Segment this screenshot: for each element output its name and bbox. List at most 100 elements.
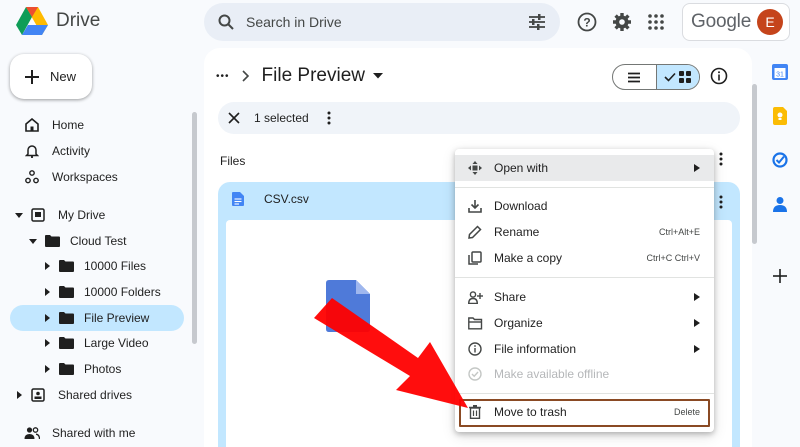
sidebar-item-label: Home xyxy=(52,118,85,132)
main-scrollbar[interactable] xyxy=(752,84,757,244)
sidebar-item-photos[interactable]: Photos xyxy=(10,356,184,382)
sidebar-item-label: Photos xyxy=(84,362,122,376)
sidebar-item-large-video[interactable]: Large Video xyxy=(10,330,184,356)
caret-right-icon[interactable] xyxy=(14,390,24,400)
home-icon xyxy=(24,117,40,133)
folder-icon xyxy=(44,233,60,249)
grid-view-button[interactable] xyxy=(655,65,699,89)
calendar-icon[interactable]: 31 xyxy=(770,62,790,82)
sidebar-item-label: Workspaces xyxy=(52,170,118,184)
sidebar-item-label: File Preview xyxy=(84,311,150,325)
menu-divider xyxy=(455,393,714,394)
menu-item-share[interactable]: Share xyxy=(455,284,714,310)
files-section-label: Files xyxy=(220,154,246,168)
menu-item-shortcut: Ctrl+C Ctrl+V xyxy=(646,253,700,263)
search-options-icon[interactable] xyxy=(528,14,546,30)
sidebar-item-shared-with-me[interactable]: Shared with me xyxy=(10,420,184,446)
caret-right-icon[interactable] xyxy=(42,287,52,297)
sidebar-item-workspaces[interactable]: Workspaces xyxy=(10,164,184,190)
new-button[interactable]: New xyxy=(10,54,92,99)
sidebar-item-cloud-test[interactable]: Cloud Test xyxy=(10,228,184,254)
add-addon-icon[interactable] xyxy=(770,266,790,286)
account-button[interactable]: Google E xyxy=(682,3,790,41)
folder-icon xyxy=(58,258,74,274)
chevron-right-icon xyxy=(694,319,700,327)
caret-right-icon[interactable] xyxy=(42,364,52,374)
folder-icon xyxy=(58,310,74,326)
avatar: E xyxy=(757,9,783,35)
menu-item-label: Organize xyxy=(494,316,543,330)
people-icon xyxy=(24,425,40,441)
sidebar-item-10000-files[interactable]: 10000 Files xyxy=(10,253,184,279)
menu-item-label: Make a copy xyxy=(494,251,563,265)
contacts-icon[interactable] xyxy=(770,194,790,214)
folder-icon xyxy=(58,284,74,300)
caret-right-icon[interactable] xyxy=(42,261,52,271)
apps-grid-icon[interactable] xyxy=(643,9,669,35)
keep-icon[interactable] xyxy=(770,106,790,126)
workspaces-icon xyxy=(24,169,40,185)
search-icon[interactable] xyxy=(218,14,234,30)
file-more-icon[interactable] xyxy=(719,195,723,209)
sidebar-item-label: Shared drives xyxy=(58,388,133,402)
highlight-box xyxy=(459,399,710,427)
folder-icon xyxy=(58,361,74,377)
menu-item-label: Make available offline xyxy=(494,367,610,381)
help-icon[interactable]: ? xyxy=(574,9,600,35)
sidebar-item-10000-folders[interactable]: 10000 Folders xyxy=(10,279,184,305)
sidebar-item-label: Cloud Test xyxy=(70,234,127,248)
caret-right-icon[interactable] xyxy=(42,313,52,323)
caret-down-icon[interactable] xyxy=(28,236,38,246)
pencil-icon xyxy=(467,224,483,240)
menu-item-organize[interactable]: Organize xyxy=(455,310,714,336)
svg-text:31: 31 xyxy=(776,72,784,79)
gear-icon[interactable] xyxy=(609,9,635,35)
page-title: File Preview xyxy=(261,65,365,86)
search-bar[interactable]: Search in Drive xyxy=(204,3,560,41)
context-menu: Open with Download Rename Ctrl+Alt+E Mak… xyxy=(455,149,714,432)
menu-item-label: Share xyxy=(494,290,527,304)
menu-item-make-a-copy[interactable]: Make a copy Ctrl+C Ctrl+V xyxy=(455,245,714,271)
view-toggle xyxy=(612,64,700,90)
search-input[interactable]: Search in Drive xyxy=(246,14,528,30)
sidebar-item-label: Shared with me xyxy=(52,426,136,440)
google-brand: Google xyxy=(691,11,752,32)
breadcrumb: ••• File Preview xyxy=(216,62,383,90)
sidebar-item-file-preview[interactable]: File Preview xyxy=(10,305,184,331)
selection-bar: 1 selected xyxy=(218,102,740,134)
sidebar-item-label: Large Video xyxy=(84,336,149,350)
clear-selection-icon[interactable] xyxy=(228,112,240,124)
info-icon[interactable] xyxy=(710,67,728,85)
drive-logo[interactable]: Drive xyxy=(16,5,100,37)
menu-item-download[interactable]: Download xyxy=(455,193,714,219)
breadcrumb-more-button[interactable]: ••• xyxy=(216,71,230,82)
page-title-button[interactable]: File Preview xyxy=(262,65,383,87)
sidebar-item-home[interactable]: Home xyxy=(10,112,184,138)
sidebar-item-label: My Drive xyxy=(58,208,106,222)
list-view-button[interactable] xyxy=(613,65,656,89)
svg-text:?: ? xyxy=(583,16,590,30)
chevron-right-icon xyxy=(241,70,250,82)
sidebar-item-shared-drives[interactable]: Shared drives xyxy=(10,382,184,408)
caret-right-icon[interactable] xyxy=(42,338,52,348)
menu-item-shortcut: Ctrl+Alt+E xyxy=(658,227,700,237)
menu-item-open-with[interactable]: Open with xyxy=(455,155,714,181)
drive-logo-icon xyxy=(16,7,48,35)
plus-icon xyxy=(24,69,40,85)
download-icon xyxy=(467,198,483,214)
grid-icon xyxy=(679,71,692,83)
caret-down-icon xyxy=(373,73,383,79)
sidebar-item-label: 10000 Files xyxy=(84,259,147,273)
sidebar-item-my-drive[interactable]: My Drive xyxy=(10,202,184,228)
chevron-right-icon xyxy=(694,345,700,353)
tasks-icon[interactable] xyxy=(770,150,790,170)
menu-item-label: File information xyxy=(494,342,577,356)
sidebar-scrollbar[interactable] xyxy=(192,112,197,344)
more-vert-icon[interactable] xyxy=(327,111,331,125)
sidebar-item-activity[interactable]: Activity xyxy=(10,138,184,164)
menu-item-file-information[interactable]: File information xyxy=(455,336,714,362)
caret-down-icon[interactable] xyxy=(14,210,24,220)
menu-item-rename[interactable]: Rename Ctrl+Alt+E xyxy=(455,219,714,245)
bell-icon xyxy=(24,143,40,159)
section-more-icon[interactable] xyxy=(719,152,723,166)
